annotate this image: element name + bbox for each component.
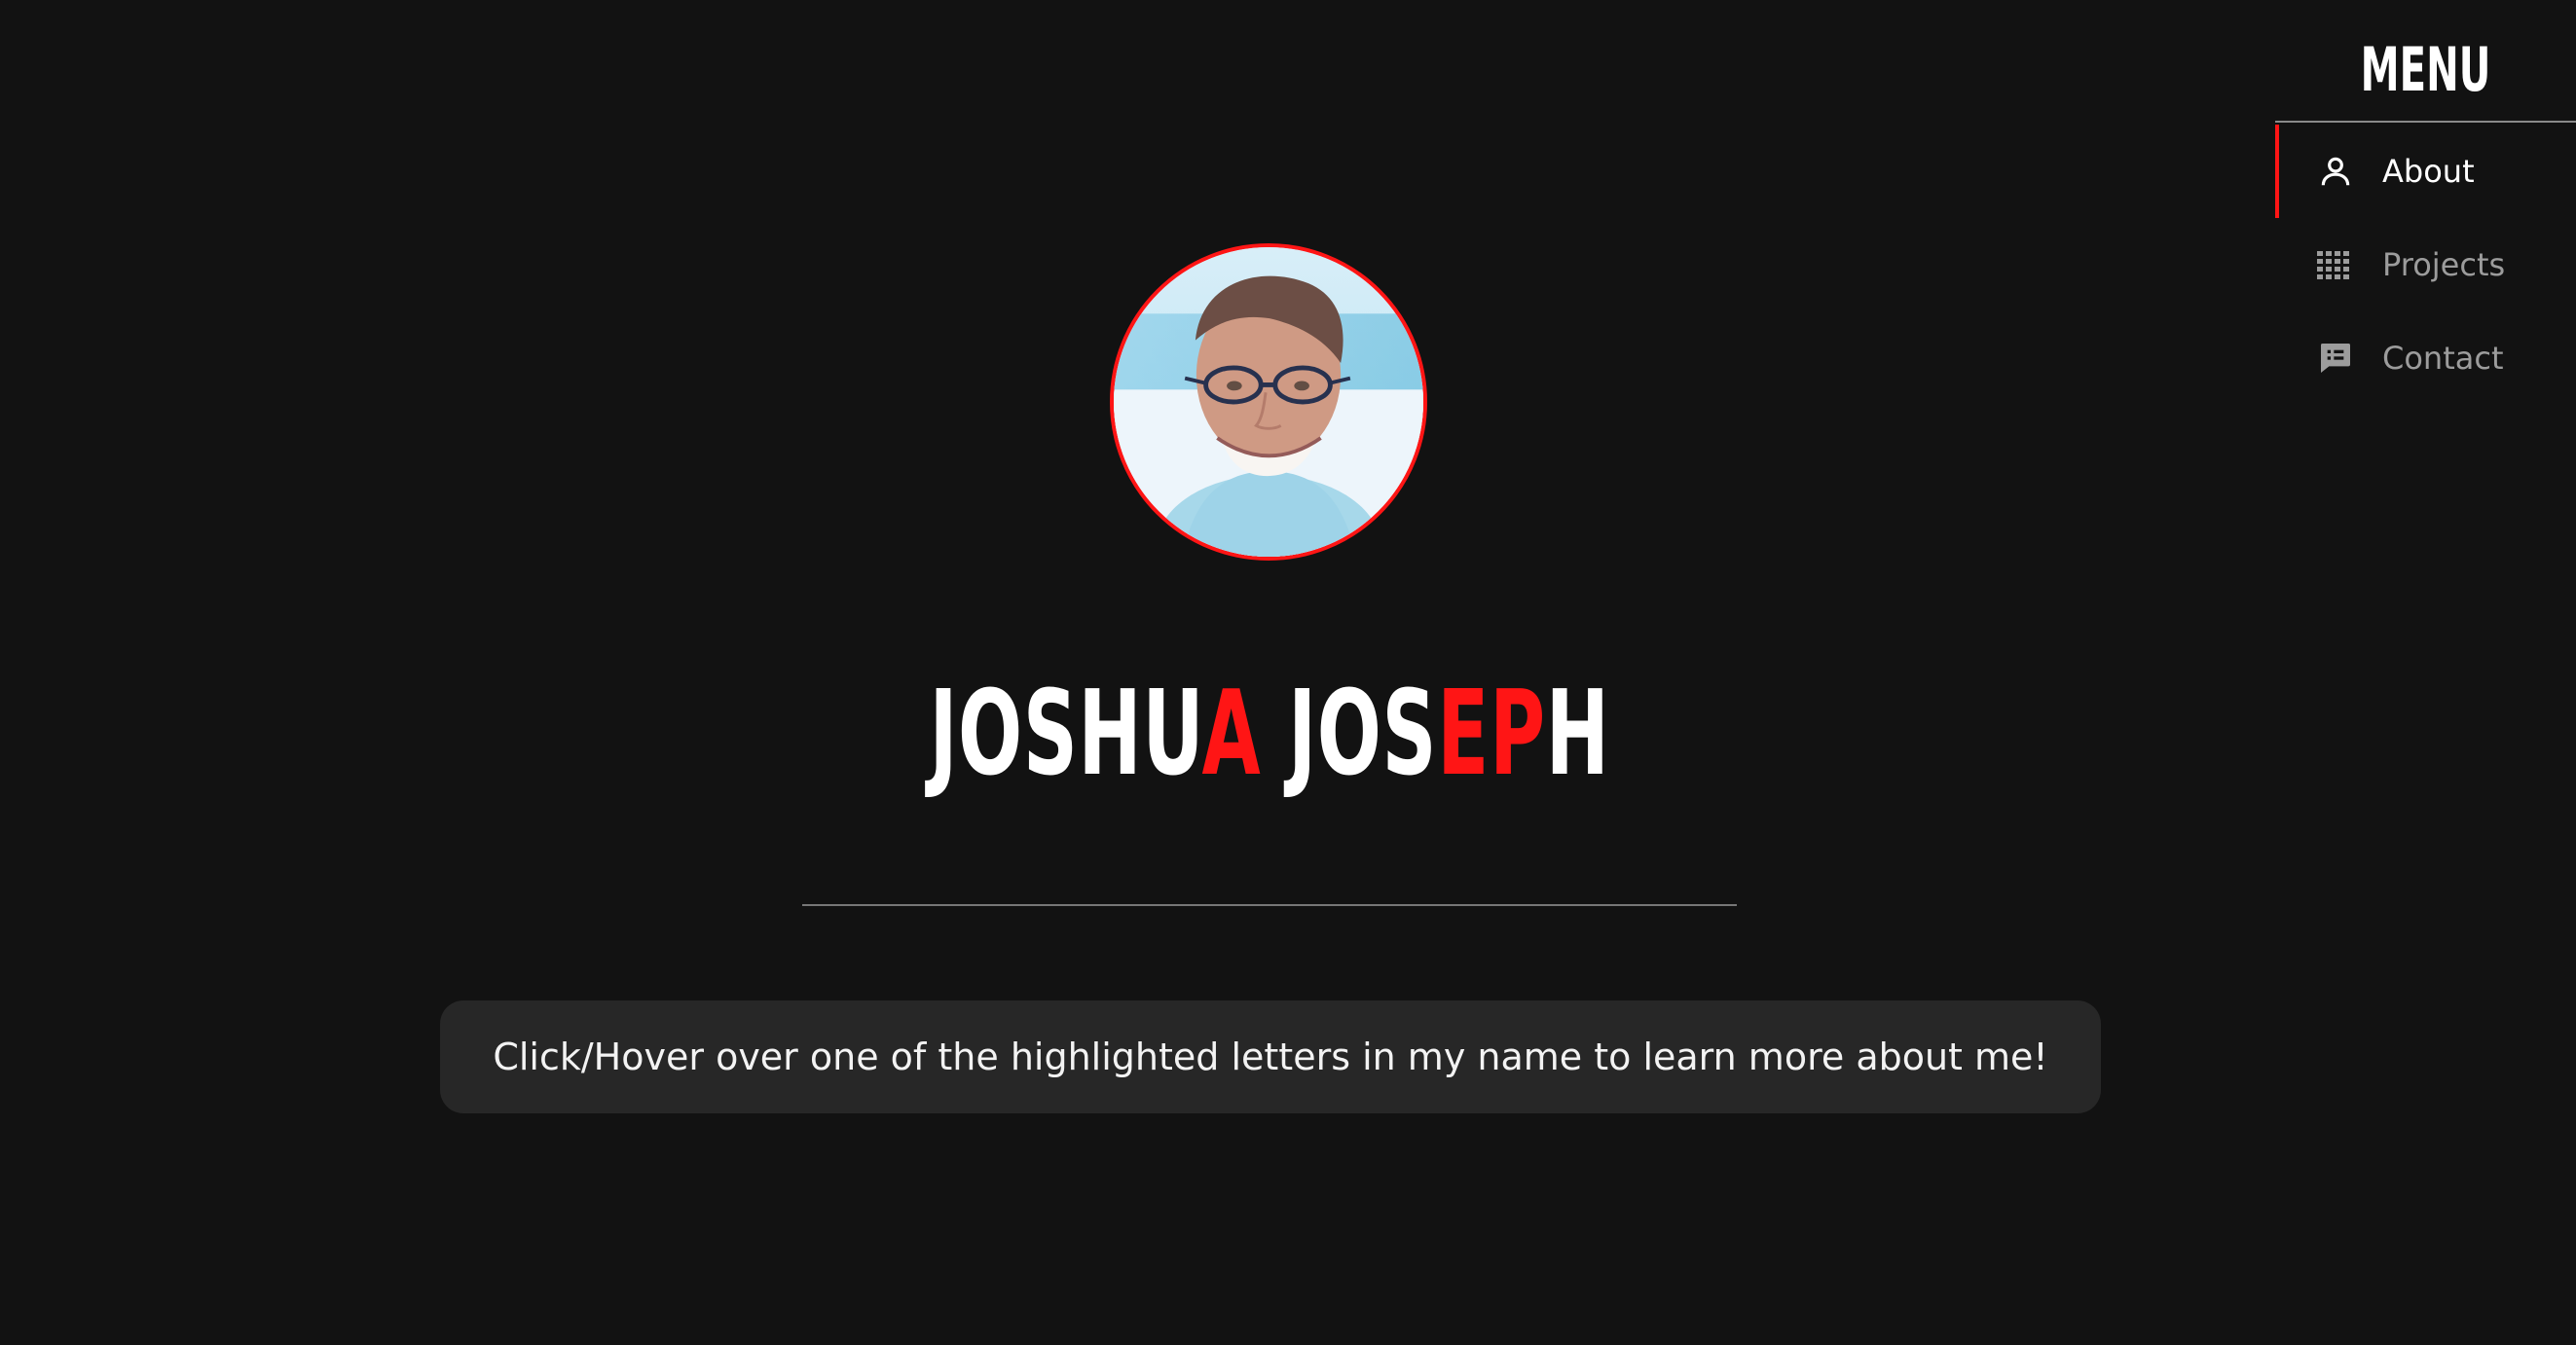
hint-panel: Click/Hover over one of the highlighted … xyxy=(440,1000,2101,1113)
name-title: JOSHUA JOSEPH xyxy=(355,672,2184,798)
message-icon xyxy=(2312,335,2359,382)
menu-title: MENU xyxy=(2360,34,2491,105)
menu-item-label-contact: Contact xyxy=(2382,340,2504,377)
highlighted-letters-ep[interactable]: EP xyxy=(1437,667,1546,802)
menu-item-projects[interactable]: Projects xyxy=(2275,218,2576,311)
person-icon xyxy=(2312,148,2359,195)
profile-photo xyxy=(1114,247,1423,557)
hint-text: Click/Hover over one of the highlighted … xyxy=(493,1036,2048,1078)
side-menu: MENU About Projects Contact xyxy=(2275,0,2576,409)
main-content: JOSHUA JOSEPH Click/Hover over one of th… xyxy=(0,0,2239,1345)
name-part-h: H xyxy=(1545,667,1610,802)
menu-item-about[interactable]: About xyxy=(2275,125,2576,218)
menu-item-label-projects: Projects xyxy=(2382,246,2506,283)
grid-icon xyxy=(2312,241,2359,288)
highlighted-letter-a[interactable]: A xyxy=(1201,667,1261,802)
section-divider xyxy=(802,904,1737,906)
name-part-joshu: JOSHU xyxy=(929,667,1202,802)
menu-item-contact[interactable]: Contact xyxy=(2275,311,2576,405)
menu-item-label-about: About xyxy=(2382,153,2475,190)
menu-divider xyxy=(2275,121,2576,123)
page: JOSHUA JOSEPH Click/Hover over one of th… xyxy=(0,0,2576,1345)
profile-avatar xyxy=(1110,243,1427,561)
name-part-jos: JOS xyxy=(1261,667,1438,802)
